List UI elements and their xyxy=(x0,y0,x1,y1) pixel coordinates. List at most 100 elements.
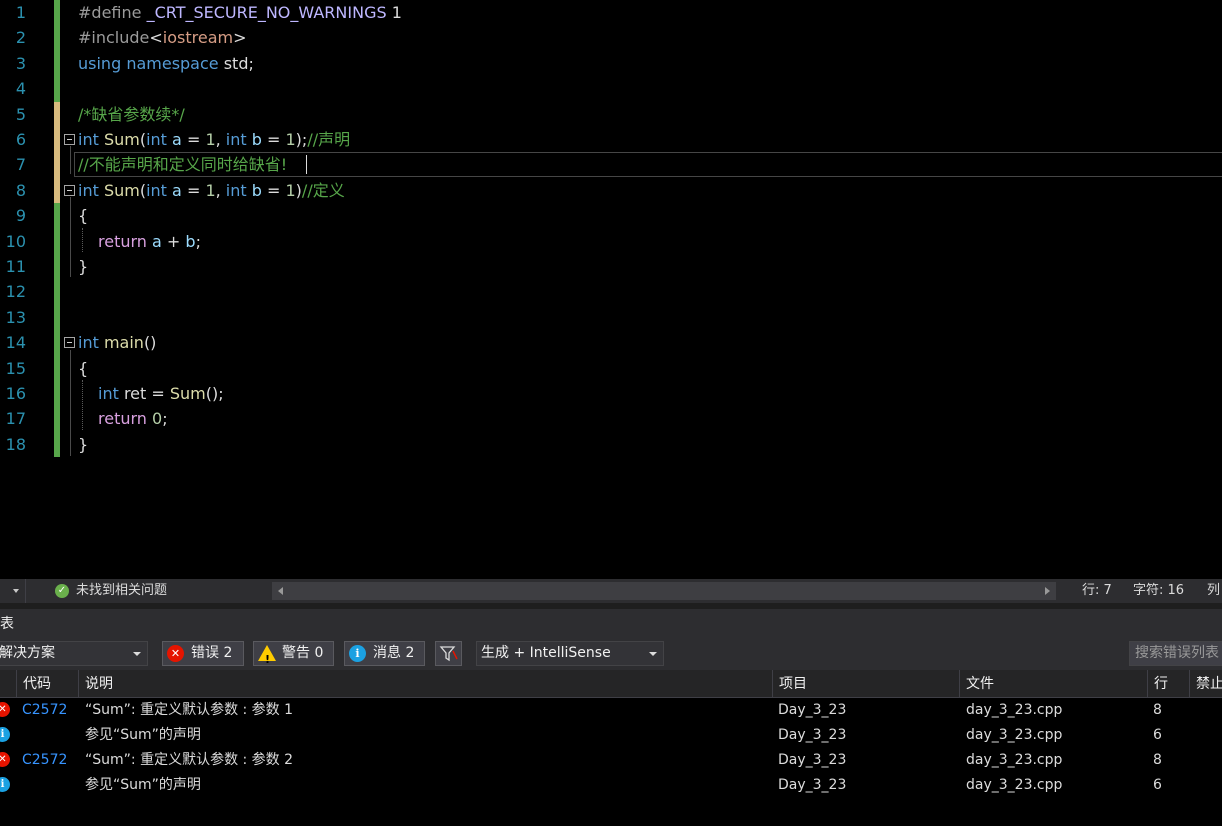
code-editor[interactable]: 1 #define _CRT_SECURE_NO_WARNINGS 1 2 #i… xyxy=(0,0,1222,579)
scroll-right-icon[interactable] xyxy=(1045,587,1050,595)
semicolon: ; xyxy=(195,231,201,251)
messages-filter-button[interactable]: i 消息 2 xyxy=(344,641,425,666)
column-header-description[interactable]: 说明 xyxy=(78,670,113,698)
error-icon: ✕ xyxy=(167,645,184,662)
error-code-link[interactable]: C2572 xyxy=(22,748,67,773)
issues-status[interactable]: 未找到相关问题 xyxy=(76,579,167,603)
line-number: 4 xyxy=(15,79,26,99)
error-line: 6 xyxy=(1153,777,1162,793)
error-list-title-bar: 表 xyxy=(0,603,1222,639)
comment: //不能声明和定义同时给缺省! xyxy=(78,155,288,175)
table-row[interactable]: i 参见“Sum”的声明 Day_3_23 day_3_23.cpp 6 xyxy=(0,723,1222,748)
error-file: day_3_23.cpp xyxy=(966,752,1063,768)
macro-value: 1 xyxy=(386,3,402,22)
code-line: 13 xyxy=(0,304,1222,331)
table-header: 代码 说明 项目 文件 行 禁止 xyxy=(0,670,1222,698)
error-line: 6 xyxy=(1153,727,1162,743)
scope-dropdown[interactable]: 解决方案 xyxy=(0,641,148,666)
code-text[interactable]: } xyxy=(78,432,88,457)
error-icon: ✕ xyxy=(0,752,10,767)
line-indicator[interactable]: 行: 7 xyxy=(1082,579,1112,603)
change-marker xyxy=(54,0,60,26)
source-dropdown[interactable]: 生成 + IntelliSense xyxy=(476,641,664,666)
column-header-project[interactable]: 项目 xyxy=(772,670,807,698)
column-indicator[interactable]: 列 xyxy=(1207,579,1220,603)
info-icon: i xyxy=(0,777,10,792)
code-text[interactable]: { xyxy=(78,203,88,228)
change-marker xyxy=(54,177,60,204)
error-list-table: 代码 说明 项目 文件 行 禁止 ✕ C2572 “Sum”: 重定义默认参数 … xyxy=(0,670,1222,826)
line-number: 9 xyxy=(15,206,26,226)
code-text[interactable]: int ret = Sum(); xyxy=(98,381,224,406)
operator: + xyxy=(161,231,186,251)
zoom-dropdown[interactable] xyxy=(0,579,26,603)
messages-label: 消息 2 xyxy=(373,645,415,661)
line-number: 7 xyxy=(15,155,26,175)
warnings-label: 警告 0 xyxy=(282,645,324,661)
keyword: int xyxy=(78,130,99,149)
errors-filter-button[interactable]: ✕ 错误 2 xyxy=(162,641,244,666)
column-header-file[interactable]: 文件 xyxy=(959,670,994,698)
code-text[interactable]: } xyxy=(78,254,88,279)
code-text[interactable]: { xyxy=(78,356,88,381)
keyword: int xyxy=(146,130,167,149)
code-line: 12 xyxy=(0,279,1222,305)
line-number: 15 xyxy=(5,358,26,378)
error-description: “Sum”: 重定义默认参数 : 参数 2 xyxy=(85,752,294,768)
code-line: 10 return a + b; xyxy=(0,228,1222,254)
change-marker xyxy=(54,25,60,51)
code-text[interactable]: return a + b; xyxy=(98,229,201,254)
errors-label: 错误 2 xyxy=(191,645,233,661)
keyword: int xyxy=(78,180,99,200)
error-list-toolbar: 解决方案 ✕ 错误 2 ! 警告 0 i 消息 2 生成 + IntelliSe… xyxy=(0,639,1222,670)
line-number: 16 xyxy=(5,384,26,403)
code-text[interactable]: return 0; xyxy=(98,406,168,431)
namespace-name: std; xyxy=(218,53,254,73)
error-description: 参见“Sum”的声明 xyxy=(85,727,201,743)
line-number: 12 xyxy=(5,282,26,302)
collapse-toggle[interactable] xyxy=(64,184,75,196)
code-line: 5 /*缺省参数续*/ xyxy=(0,101,1222,127)
code-text[interactable]: #define _CRT_SECURE_NO_WARNINGS 1 xyxy=(78,0,402,25)
parameter: b xyxy=(251,130,262,149)
char-indicator[interactable]: 字符: 16 xyxy=(1133,579,1184,603)
paren: (); xyxy=(205,384,224,403)
macro-name: _CRT_SECURE_NO_WARNINGS xyxy=(146,3,387,22)
code-text[interactable]: int main() xyxy=(78,330,156,355)
search-input[interactable]: 搜索错误列表 xyxy=(1129,641,1222,666)
error-code-link[interactable]: C2572 xyxy=(22,698,67,723)
parameter: b xyxy=(185,231,196,251)
code-text[interactable]: /*缺省参数续*/ xyxy=(78,102,185,127)
keyword: int xyxy=(225,130,247,149)
code-line: 4 xyxy=(0,76,1222,102)
keyword: int xyxy=(225,180,247,200)
column-header-line[interactable]: 行 xyxy=(1147,670,1168,698)
code-text[interactable]: using namespace std; xyxy=(78,51,254,76)
code-text[interactable]: int Sum(int a = 1, int b = 1);//声明 xyxy=(78,127,350,152)
collapse-toggle[interactable] xyxy=(64,337,75,349)
keyword: using xyxy=(78,53,122,73)
code-text[interactable]: #include<iostream> xyxy=(78,25,247,50)
code-line: 1 #define _CRT_SECURE_NO_WARNINGS 1 xyxy=(0,0,1222,26)
warnings-filter-button[interactable]: ! 警告 0 xyxy=(253,641,334,666)
parameter: b xyxy=(251,180,262,200)
line-number: 13 xyxy=(5,307,26,327)
change-marker xyxy=(54,381,60,407)
change-marker xyxy=(54,203,60,229)
scroll-left-icon[interactable] xyxy=(278,587,283,595)
horizontal-scrollbar[interactable] xyxy=(272,582,1056,600)
code-line: 11 } xyxy=(0,254,1222,280)
keyword: int xyxy=(98,384,119,403)
code-text[interactable]: int Sum(int a = 1, int b = 1)//定义 xyxy=(78,178,345,203)
table-row[interactable]: ✕ C2572 “Sum”: 重定义默认参数 : 参数 1 Day_3_23 d… xyxy=(0,698,1222,723)
table-row[interactable]: ✕ C2572 “Sum”: 重定义默认参数 : 参数 2 Day_3_23 d… xyxy=(0,748,1222,773)
column-header-code[interactable]: 代码 xyxy=(16,670,51,698)
error-file: day_3_23.cpp xyxy=(966,702,1063,718)
collapse-toggle[interactable] xyxy=(64,134,75,145)
filter-button[interactable] xyxy=(435,641,462,666)
table-row[interactable]: i 参见“Sum”的声明 Day_3_23 day_3_23.cpp 6 xyxy=(0,773,1222,798)
column-header-suppression[interactable]: 禁止 xyxy=(1189,670,1222,698)
code-text[interactable]: //不能声明和定义同时给缺省! xyxy=(78,152,287,177)
line-number: 10 xyxy=(5,231,26,251)
number-literal: 1 xyxy=(205,130,216,149)
